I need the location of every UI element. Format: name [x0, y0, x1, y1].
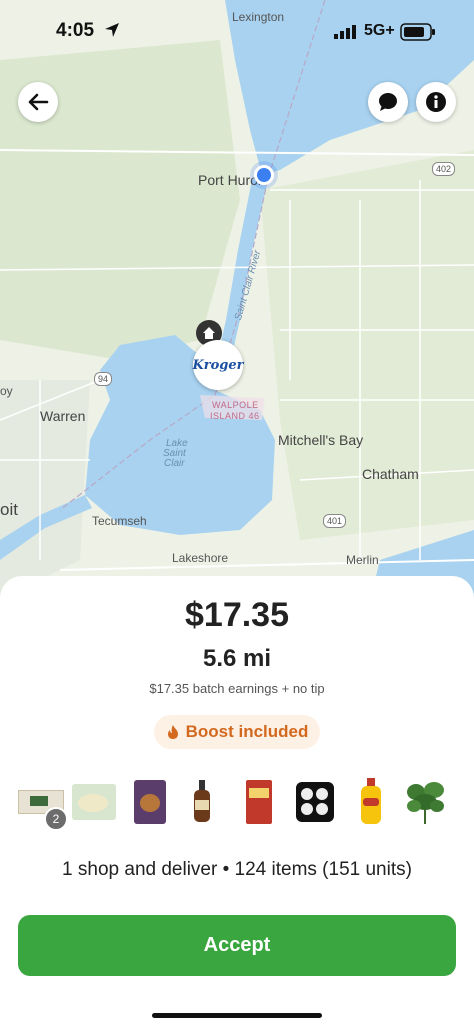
accept-button[interactable]: Accept	[18, 915, 456, 976]
boost-label: Boost included	[185, 722, 309, 741]
item-thumbnail-3[interactable]	[134, 778, 166, 826]
battery-icon	[400, 23, 436, 46]
map-label-walpole-2: ISLAND 46	[210, 411, 260, 421]
item-thumbnails	[0, 778, 474, 828]
item-thumbnail-7[interactable]	[360, 778, 382, 826]
item-quantity-badge: 2	[44, 807, 68, 831]
highway-shield-401: 401	[323, 514, 347, 528]
signal-bars-icon	[334, 25, 358, 44]
item-thumbnail-6[interactable]	[296, 778, 334, 826]
chat-bubble-icon	[379, 93, 397, 111]
current-location-dot	[254, 165, 274, 185]
item-thumbnail-4[interactable]	[192, 778, 212, 826]
chat-button[interactable]	[368, 82, 408, 122]
status-bar: 4:05 5G+	[0, 0, 474, 64]
map-label-merlin: Merlin	[346, 553, 379, 567]
highway-shield-402: 402	[432, 162, 456, 176]
item-thumbnail-8[interactable]	[404, 778, 446, 826]
map-label-lake-3: Clair	[164, 458, 185, 469]
boost-badge: Boost included	[154, 715, 320, 749]
map-label-warren: Warren	[40, 408, 86, 424]
map-label-tecumseh: Tecumseh	[92, 514, 147, 528]
offer-distance: 5.6 mi	[202, 645, 272, 672]
item-thumbnail-5[interactable]	[246, 778, 272, 826]
map-label-walpole-1: WALPOLE	[212, 400, 259, 410]
map-label-mitchells-bay: Mitchell's Bay	[278, 432, 364, 448]
map-label-royal: oy	[0, 384, 13, 398]
arrow-left-icon	[28, 93, 49, 111]
flame-icon	[167, 725, 178, 739]
highway-shield-94: 94	[94, 372, 113, 386]
map-label-chatham: Chatham	[362, 466, 419, 482]
status-time: 4:05	[56, 20, 95, 41]
info-button[interactable]	[416, 82, 456, 122]
kroger-logo: Kroger	[192, 357, 244, 373]
info-icon	[426, 92, 446, 112]
map-label-lakeshore: Lakeshore	[172, 551, 229, 565]
store-marker[interactable]: Kroger	[192, 340, 244, 390]
network-type: 5G+	[364, 22, 395, 39]
location-arrow-icon	[104, 22, 120, 43]
earnings-note: $17.35 batch earnings + no tip	[149, 681, 325, 696]
back-button[interactable]	[18, 82, 58, 122]
offer-price: $17.35	[185, 596, 289, 634]
item-thumbnail-2[interactable]	[72, 778, 116, 826]
map-label-detroit: oit	[0, 500, 18, 519]
home-indicator[interactable]	[152, 1013, 322, 1018]
batch-summary: 1 shop and deliver • 124 items (151 unit…	[62, 859, 412, 880]
